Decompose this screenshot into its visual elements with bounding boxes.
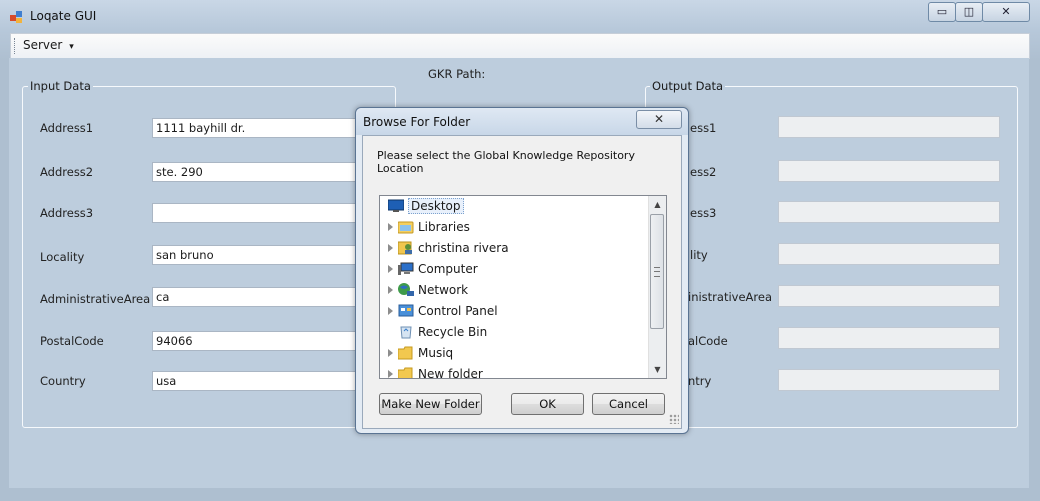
gkr-path-label: GKR Path:	[428, 67, 486, 81]
ok-button[interactable]: OK	[511, 393, 584, 415]
tree-item-desktop[interactable]: Desktop	[380, 196, 648, 217]
make-new-folder-button[interactable]: Make New Folder	[379, 393, 482, 415]
restore-button[interactable]: ◫	[955, 2, 983, 22]
expand-arrow-icon[interactable]	[388, 265, 393, 273]
tree-item-label: Network	[418, 283, 469, 297]
output-address1-field[interactable]	[778, 116, 1000, 138]
minimize-button[interactable]: ▭	[928, 2, 956, 22]
address1-label: Address1	[40, 121, 94, 135]
minimize-icon: ▭	[936, 5, 948, 18]
cancel-button[interactable]: Cancel	[592, 393, 665, 415]
scroll-down-icon[interactable]: ▼	[649, 361, 666, 378]
postal-code-input[interactable]: 94066	[152, 331, 362, 351]
tree-scrollbar[interactable]: ▲ ▼	[648, 196, 666, 378]
country-input[interactable]: usa	[152, 371, 362, 391]
app-icon	[10, 10, 24, 24]
restore-icon: ◫	[963, 5, 975, 18]
tree-item-label: christina rivera	[418, 241, 509, 255]
desktop-icon	[387, 199, 405, 213]
expand-arrow-icon[interactable]	[388, 286, 393, 294]
title-bar: Loqate GUI ▭ ◫ ✕	[0, 0, 1040, 32]
tree-item-recycle-bin[interactable]: Recycle Bin	[380, 322, 648, 343]
user-folder-icon	[397, 241, 414, 255]
tree-item-musiq[interactable]: Musiq	[380, 343, 648, 364]
close-icon: ✕	[1001, 5, 1011, 18]
window-bottom-border	[0, 488, 1040, 501]
network-icon	[398, 283, 414, 297]
scroll-grip-icon	[654, 267, 660, 277]
tree-item-label: New folder	[418, 367, 483, 379]
tree-item-libraries[interactable]: Libraries	[380, 217, 648, 238]
folder-icon	[397, 367, 414, 378]
recycle-bin-icon	[398, 325, 414, 339]
tree-item-control-panel[interactable]: Control Panel	[380, 301, 648, 322]
output-locality-field[interactable]	[778, 243, 1000, 265]
tree-item-label: Recycle Bin	[418, 325, 488, 339]
tree-item-label: Computer	[418, 262, 478, 276]
output-postal-code-field[interactable]	[778, 327, 1000, 349]
expand-arrow-icon[interactable]	[388, 244, 393, 252]
dialog-body: Please select the Global Knowledge Repos…	[362, 135, 682, 429]
tree-item-new-folder[interactable]: New folder	[380, 364, 648, 379]
tree-item-label: Musiq	[418, 346, 454, 360]
computer-icon	[398, 262, 414, 276]
expand-arrow-icon[interactable]	[388, 307, 393, 315]
tree-item-network[interactable]: Network	[380, 280, 648, 301]
libraries-icon	[397, 220, 414, 234]
locality-input[interactable]: san bruno	[152, 245, 362, 265]
resize-grip-icon[interactable]	[669, 414, 679, 424]
close-icon: ✕	[653, 112, 665, 126]
folder-tree[interactable]: Desktop Libraries christina rivera Compu…	[379, 195, 667, 379]
tree-item-label: Desktop	[408, 198, 464, 214]
dialog-description: Please select the Global Knowledge Repos…	[377, 149, 635, 175]
postal-code-label: PostalCode	[40, 334, 104, 348]
output-country-field[interactable]	[778, 369, 1000, 391]
administrative-area-label: AdministrativeArea	[40, 292, 151, 306]
chevron-down-icon: ▾	[69, 42, 74, 52]
output-address3-field[interactable]	[778, 201, 1000, 223]
dialog-title: Browse For Folder	[363, 115, 471, 129]
control-panel-icon	[398, 304, 414, 318]
output-administrative-area-field[interactable]	[778, 285, 1000, 307]
expand-arrow-icon[interactable]	[388, 370, 393, 378]
scroll-up-icon[interactable]: ▲	[649, 196, 666, 213]
scroll-thumb[interactable]	[650, 214, 664, 329]
address2-label: Address2	[40, 165, 94, 179]
menu-server-label: Server	[23, 38, 63, 52]
output-country-label: ntry	[688, 374, 712, 388]
output-address1-label: ess1	[690, 121, 717, 135]
expand-arrow-icon[interactable]	[388, 349, 393, 357]
menu-server[interactable]: Server ▾	[23, 38, 74, 52]
tree-item-label: Control Panel	[418, 304, 498, 318]
output-administrative-area-label: inistrativeArea	[688, 290, 773, 304]
tree-item-label: Libraries	[418, 220, 470, 234]
folder-icon	[397, 346, 414, 360]
country-label: Country	[40, 374, 86, 388]
locality-label: Locality	[40, 250, 85, 264]
menu-grip	[14, 38, 17, 54]
output-data-title: Output Data	[650, 79, 726, 93]
tree-item-christina-rivera[interactable]: christina rivera	[380, 238, 648, 259]
dialog-title-bar: Browse For Folder ✕	[356, 108, 688, 135]
output-address2-label: ess2	[690, 165, 717, 179]
address1-input[interactable]: 1111 bayhill dr.	[152, 118, 362, 138]
address2-input[interactable]: ste. 290	[152, 162, 362, 182]
address3-label: Address3	[40, 206, 94, 220]
output-locality-label: lity	[690, 248, 708, 262]
window-title: Loqate GUI	[30, 9, 97, 23]
administrative-area-input[interactable]: ca	[152, 287, 362, 307]
dialog-close-button[interactable]: ✕	[636, 110, 682, 129]
tree-item-computer[interactable]: Computer	[380, 259, 648, 280]
menu-bar: Server ▾	[10, 33, 1030, 59]
output-address2-field[interactable]	[778, 160, 1000, 182]
output-address3-label: ess3	[690, 206, 717, 220]
close-button[interactable]: ✕	[982, 2, 1030, 22]
input-data-title: Input Data	[28, 79, 93, 93]
output-postal-code-label: alCode	[688, 334, 728, 348]
address3-input[interactable]	[152, 203, 362, 223]
browse-folder-dialog: Browse For Folder ✕ Please select the Gl…	[355, 107, 689, 434]
expand-arrow-icon[interactable]	[388, 223, 393, 231]
